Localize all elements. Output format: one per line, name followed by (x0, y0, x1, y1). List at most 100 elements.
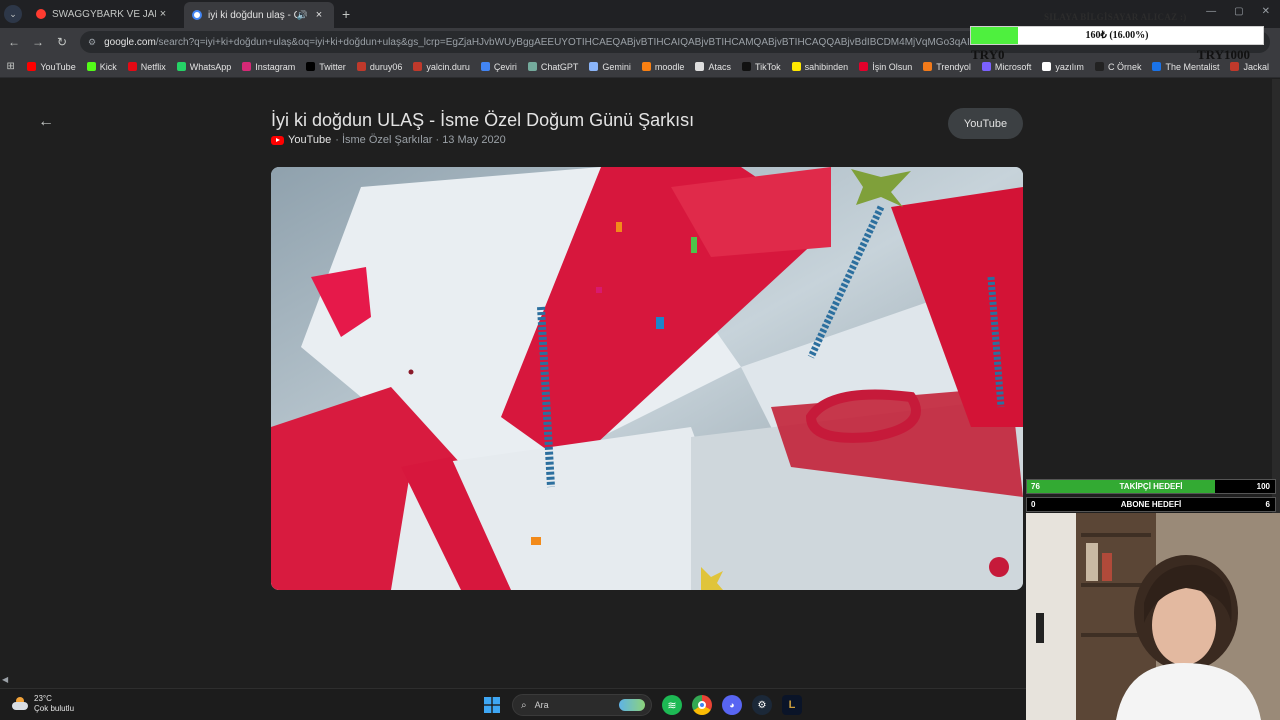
new-tab-button[interactable]: + (342, 6, 350, 22)
bookmark-favicon-icon (1152, 62, 1162, 71)
video-source: YouTube (288, 134, 332, 146)
steam-icon[interactable]: ⚙ (752, 695, 772, 715)
video-channel-date: · İsme Özel Şarkılar · 13 May 2020 (335, 134, 506, 146)
bookmark-label: Atacs (708, 61, 731, 72)
reload-button[interactable]: ↻ (50, 35, 74, 49)
scroll-left-arrow-icon[interactable]: ◀ (2, 675, 8, 684)
bookmark-item[interactable]: ChatGPT (527, 62, 578, 72)
bookmarks-bar: ⊞ YouTube Kick Netflix WhatsApp Instagram Twi… (0, 56, 1280, 78)
league-of-legends-icon[interactable]: L (782, 695, 802, 715)
google-favicon-icon (192, 10, 202, 20)
subscriber-goal-bar: 0 ABONE HEDEFİ 6 (1026, 497, 1276, 512)
bookmark-item[interactable]: Trendyol (923, 62, 971, 72)
screen: ⌄ SWAGGYBARK VE JAHREIN BE × iyi ki doğd… (0, 0, 1280, 720)
bookmark-item[interactable]: Gemini (589, 62, 631, 72)
bookmark-item[interactable]: Twitter (306, 62, 346, 72)
close-tab-icon[interactable]: × (156, 8, 170, 20)
bookmark-item[interactable]: The Mentalist (1152, 62, 1219, 72)
bookmark-favicon-icon (527, 62, 537, 71)
video-player[interactable] (271, 167, 1023, 590)
bookmark-favicon-icon (242, 62, 252, 71)
tab-swaggybark[interactable]: SWAGGYBARK VE JAHREIN BE × (28, 2, 178, 26)
tab-search-button[interactable]: ⌄ (4, 5, 22, 23)
bookmark-label: Netflix (140, 61, 166, 72)
bookmark-label: moodle (654, 61, 685, 72)
bookmark-favicon-icon (480, 62, 490, 71)
bookmark-item[interactable]: Jackal (1230, 62, 1269, 72)
donation-goal-max: TRY1000 (1197, 47, 1250, 62)
bookmark-item[interactable]: Netflix (127, 61, 166, 72)
webcam-image (1026, 513, 1280, 720)
site-info-icon[interactable]: ⚙ (88, 37, 96, 48)
weather-temp: 23°C (34, 694, 52, 703)
bookmark-label: Instagram (255, 61, 296, 72)
bookmark-item[interactable]: yazılım (1042, 62, 1084, 72)
bookmark-favicon-icon (176, 62, 186, 71)
bookmark-favicon-icon (1230, 62, 1240, 71)
bookmark-label: Gemini (602, 61, 631, 72)
donation-goal-min: TRY0 (971, 47, 1005, 62)
back-button[interactable]: ← (2, 35, 26, 49)
bookmark-item[interactable]: Kick (86, 61, 117, 72)
bookmark-item[interactable]: C Örnek (1094, 61, 1142, 72)
video-meta: YouTube · İsme Özel Şarkılar · 13 May 20… (271, 134, 506, 146)
url-path: /search?q=iyi+ki+doğdun+ulaş&oq=iyi+ki+d… (155, 36, 1053, 48)
follower-goal-name: TAKİPÇİ HEDEFİ (1119, 482, 1183, 491)
bookmark-item[interactable]: moodle (641, 61, 685, 72)
close-window-icon[interactable]: ✕ (1262, 6, 1270, 17)
subscriber-goal-target: 6 (1265, 500, 1270, 509)
bookmark-label: C Örnek (1107, 61, 1142, 72)
weather-widget[interactable]: 23°C Çok bulutlu (12, 694, 74, 714)
bookmark-favicon-icon (589, 62, 599, 71)
window-controls: — ▢ ✕ (1206, 6, 1270, 17)
bookmark-item[interactable]: sahibinden (791, 62, 848, 72)
subscriber-goal-name: ABONE HEDEFİ (1120, 500, 1182, 509)
back-arrow-icon[interactable]: ← (38, 113, 54, 131)
bookmark-label: YouTube (40, 61, 76, 72)
close-tab-icon[interactable]: × (312, 9, 326, 21)
donation-goal-bar: 160₺ (16.00%) (970, 26, 1264, 45)
bookmark-item[interactable]: YouTube (27, 61, 76, 72)
video-title[interactable]: İyi ki doğdun ULAŞ - İsme Özel Doğum Gün… (271, 110, 694, 131)
bookmark-item[interactable]: Çeviri (480, 61, 517, 72)
follower-goal-target: 100 (1256, 482, 1270, 491)
windows-start-icon[interactable] (482, 695, 502, 715)
bookmark-item[interactable]: TikTok (741, 62, 781, 72)
bookmark-item[interactable]: duruy06 (356, 62, 402, 72)
maximize-icon[interactable]: ▢ (1234, 6, 1243, 17)
chrome-icon[interactable] (692, 695, 712, 715)
weather-desc: Çok bulutlu (34, 704, 75, 713)
bookmark-label: Çeviri (493, 61, 517, 72)
bookmark-item[interactable]: Microsoft (981, 61, 1032, 72)
bookmark-item[interactable]: İşin Olsun (859, 62, 912, 72)
audio-playing-icon[interactable]: 🔊 (297, 10, 308, 21)
tab-title: SWAGGYBARK VE JAHREIN BE (52, 8, 156, 20)
bookmark-label: yazılım (1055, 61, 1084, 72)
bookmark-label: Microsoft (994, 61, 1032, 72)
bookmark-label: yalcin.duru (426, 61, 470, 72)
tab-google-search[interactable]: iyi ki doğdun ulaş - Google 🔊 × (184, 2, 334, 28)
bookmark-label: Trendyol (936, 61, 971, 72)
bookmark-favicon-icon (27, 62, 37, 71)
donation-goal-label: 160₺ (16.00%) (1085, 30, 1149, 41)
bookmark-favicon-icon (791, 62, 801, 71)
bookmark-favicon-icon (859, 62, 869, 71)
donation-goal-title: SILAYA BİLGİSAYAR ALICAZ :) (1044, 12, 1187, 22)
bookmark-item[interactable]: Atacs (695, 62, 731, 72)
bookmark-label: Kick (99, 61, 117, 72)
spotify-icon[interactable]: ≋ (662, 695, 682, 715)
bookmark-item[interactable]: Instagram (242, 62, 295, 72)
discord-icon[interactable]: ◕ (722, 695, 742, 715)
apps-grid-icon[interactable]: ⊞ (6, 61, 15, 72)
open-youtube-button[interactable]: YouTube (948, 108, 1023, 139)
taskbar-search[interactable]: ⌕ Ara (512, 694, 652, 716)
bookmark-favicon-icon (695, 62, 705, 71)
bookmark-item[interactable]: WhatsApp (176, 62, 231, 72)
bookmark-item[interactable]: yalcin.duru (413, 62, 470, 72)
minimize-icon[interactable]: — (1206, 6, 1216, 17)
bookmark-favicon-icon (86, 62, 96, 71)
taskbar-apps: ⌕ Ara ≋ ◕ ⚙ L (482, 694, 802, 716)
forward-button[interactable]: → (26, 35, 50, 49)
bookmark-favicon-icon (923, 62, 933, 71)
bookmark-label: Jackal (1243, 61, 1269, 72)
